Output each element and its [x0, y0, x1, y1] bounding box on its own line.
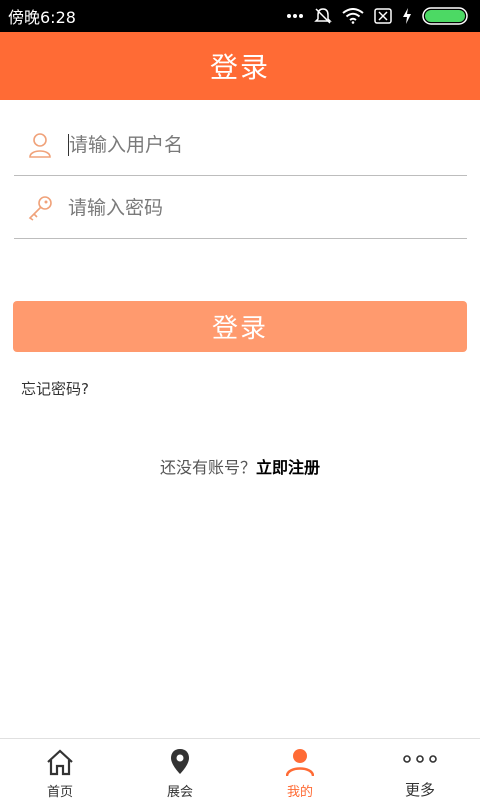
- tab-mine[interactable]: 我的: [240, 739, 360, 800]
- register-link[interactable]: 立即注册: [256, 458, 320, 477]
- status-time: 傍晚6:28: [8, 8, 76, 27]
- more-dots-icon: [402, 747, 438, 775]
- status-icons: [286, 7, 470, 25]
- tab-more[interactable]: 更多: [360, 739, 480, 800]
- no-sim-icon: [374, 8, 392, 24]
- tab-label: 展会: [166, 785, 193, 800]
- username-field[interactable]: [14, 114, 467, 176]
- header-bar: 登录: [0, 32, 480, 100]
- register-prompt: 还没有账号？立即注册: [0, 454, 480, 478]
- page-title: 登录: [209, 51, 270, 84]
- more-dots-icon: [286, 13, 304, 19]
- bottom-tab-bar: 首页 展会 我的 更多: [0, 738, 480, 800]
- location-pin-icon: [169, 747, 191, 777]
- user-icon: [286, 747, 314, 777]
- tab-label: 更多: [404, 781, 435, 799]
- tab-exhibition[interactable]: 展会: [120, 739, 240, 800]
- user-icon: [26, 131, 54, 159]
- mute-bell-icon: [314, 7, 332, 25]
- key-icon: [26, 194, 54, 222]
- battery-icon: [422, 7, 470, 25]
- password-field[interactable]: [14, 177, 467, 239]
- home-icon: [45, 747, 75, 777]
- tab-label: 首页: [46, 785, 73, 800]
- wifi-icon: [342, 8, 364, 24]
- forgot-password-link[interactable]: 忘记密码?: [21, 378, 89, 399]
- no-account-text: 还没有账号？: [159, 458, 256, 477]
- username-input[interactable]: [69, 133, 429, 156]
- tab-label: 我的: [286, 785, 313, 800]
- login-button[interactable]: 登录: [13, 301, 467, 352]
- status-bar: 傍晚6:28: [0, 0, 480, 32]
- charging-icon: [402, 8, 412, 24]
- tab-home[interactable]: 首页: [0, 739, 120, 800]
- password-input[interactable]: [68, 196, 428, 219]
